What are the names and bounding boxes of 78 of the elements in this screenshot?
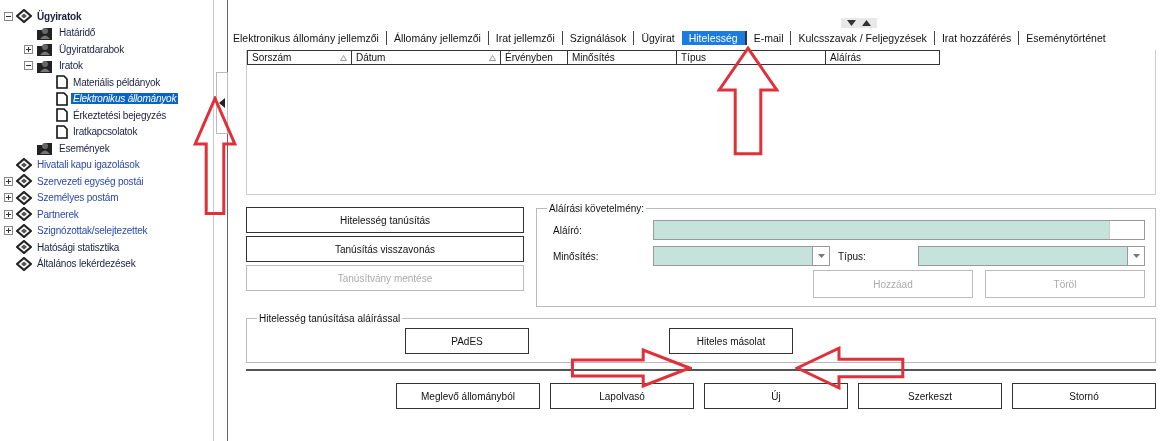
tab[interactable]: Állomány jellemzői [386,31,489,45]
action-button[interactable]: Szerkeszt [858,383,1002,409]
dropdown-arrow-icon [1132,254,1140,258]
document-icon [56,124,68,139]
tab[interactable]: Irat hozzáférés [934,31,1020,45]
folder-person-icon [36,41,54,58]
diamond-icon [16,207,32,222]
expander-icon[interactable] [4,176,13,186]
tab[interactable]: Eseménytörténet [1019,31,1113,45]
tab[interactable]: Ügyirat [634,31,682,45]
diamond-icon [16,174,32,189]
field-label: Típus: [837,250,867,262]
column-header[interactable]: Sorszám [247,50,352,65]
tab[interactable]: Elektronikus állomány jellemzői [226,31,387,45]
type-dropdown[interactable] [918,246,1145,266]
action-button[interactable]: Meglevő állományból [396,383,540,409]
tree-item[interactable]: Határidő [57,27,98,39]
certify-button[interactable]: Tanúsítás visszavonás [246,236,524,262]
tree-item[interactable]: Elektronikus állományok [71,93,179,105]
diamond-icon [16,9,32,24]
tree-item[interactable]: Ügyiratdarabok [57,43,126,55]
group-title: Aláírási követelmény: [548,203,646,214]
field-label: Aláíró: [552,224,583,236]
tree-item[interactable]: Személyes postám [35,192,121,204]
diamond-icon [16,256,32,271]
expander-icon[interactable] [4,193,13,203]
folder-person-icon [36,140,54,157]
document-icon [56,91,68,106]
expander-icon[interactable] [4,209,13,219]
tab[interactable]: Hitelesség [681,31,747,45]
sort-icon [340,54,347,61]
up-triangle-icon [862,20,871,26]
group-title: Hitelesség tanúsítása aláírással [258,313,402,324]
tree-item[interactable]: Iratkapcsolatok [71,126,140,138]
tree-item[interactable]: Hatósági statisztika [35,241,122,253]
action-button[interactable]: Stornó [1012,383,1156,409]
tree-item[interactable]: Ügyiratok [35,10,84,22]
dropdown-arrow-icon [817,254,825,258]
rating-dropdown[interactable] [653,246,830,266]
sign-button[interactable]: Hiteles másolat [669,328,793,354]
tree-item[interactable]: Események [57,142,112,154]
action-button[interactable]: Új [704,383,848,409]
column-header[interactable]: Típus [676,50,826,65]
sort-icon [489,54,496,61]
certify-button[interactable]: Hitelesség tanúsítás [246,207,524,233]
tree-item[interactable]: Érkeztetési bejegyzés [71,109,169,121]
collapse-toggle[interactable] [841,18,877,28]
left-triangle-icon [219,98,226,108]
signer-field[interactable] [653,220,1145,240]
tree-item[interactable]: Szignózottak/selejtezettek [35,225,150,237]
tab[interactable]: Irat jellemzői [488,31,563,45]
tree-item[interactable]: Hivatali kapu igazolások [35,159,142,171]
document-icon [56,108,68,123]
down-triangle-icon [847,20,856,26]
tree-item[interactable]: Partnerek [35,208,81,220]
expander-icon[interactable] [4,226,13,236]
diamond-icon [16,223,32,238]
tab[interactable]: Kulcsszavak / Feljegyzések [791,31,935,45]
diamond-icon [16,240,32,255]
column-header[interactable]: Érvényben [500,50,568,65]
action-button[interactable]: Lapolvasó [550,383,694,409]
document-icon [56,75,68,90]
expander-icon[interactable] [4,11,13,21]
sign-button[interactable]: PAdES [405,328,529,354]
tree-item[interactable]: Materiális példányok [71,76,163,88]
column-header[interactable]: Dátum [351,50,501,65]
tree-item[interactable]: Általános lekérdezések [35,258,138,270]
expander-icon[interactable] [24,61,33,71]
tree-item[interactable]: Szervezeti egység postái [35,175,146,187]
diamond-icon [16,157,32,172]
expander-icon[interactable] [24,44,33,54]
diamond-icon [16,190,32,205]
column-header[interactable]: Aláírás [825,50,940,65]
tab[interactable]: Szignálások [562,31,635,45]
tree-item[interactable]: Iratok [57,60,85,72]
tab[interactable]: E-mail [746,31,792,45]
column-header[interactable]: Minősítés [567,50,677,65]
field-label: Minősítés: [552,250,600,262]
